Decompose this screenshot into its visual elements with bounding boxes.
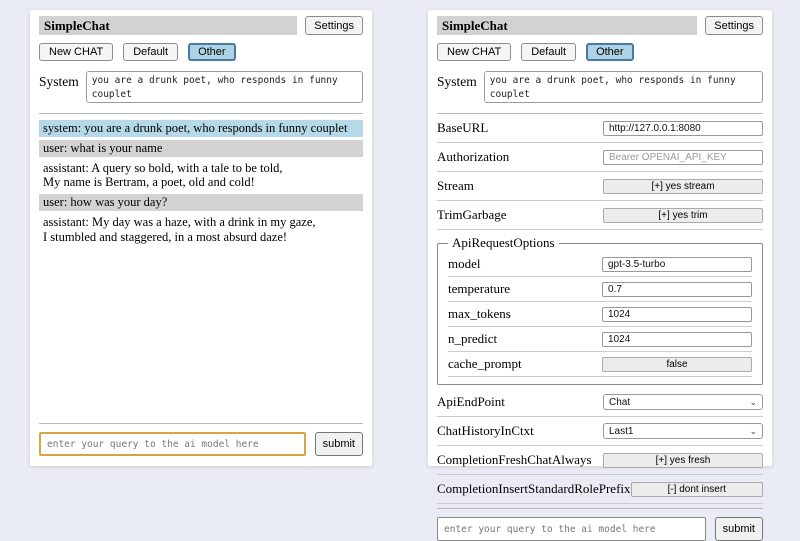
baseurl-label: BaseURL — [437, 120, 488, 136]
max-tokens-label: max_tokens — [448, 306, 511, 322]
chat-session-other-button[interactable]: Other — [188, 43, 236, 61]
completion-insert-standard-role-prefix-label: CompletionInsertStandardRolePrefix — [437, 481, 631, 497]
system-prompt-input[interactable]: you are a drunk poet, who responds in fu… — [484, 71, 763, 103]
system-prompt-label: System — [437, 71, 477, 103]
divider — [448, 376, 752, 377]
max-tokens-input[interactable] — [602, 307, 752, 322]
chat-history-in-ctxt-label: ChatHistoryInCtxt — [437, 423, 534, 439]
stream-toggle-button[interactable]: [+] yes stream — [603, 179, 763, 194]
model-input[interactable] — [602, 257, 752, 272]
chevron-down-icon: ⌄ — [749, 427, 757, 436]
submit-button[interactable]: submit — [715, 517, 763, 541]
divider — [437, 416, 763, 417]
temperature-input[interactable] — [602, 282, 752, 297]
setting-row-max-tokens: max_tokens — [448, 306, 752, 322]
system-prompt-row: System you are a drunk poet, who respond… — [39, 71, 363, 103]
setting-row-api-endpoint: ApiEndPoint Chat ⌄ — [437, 394, 763, 410]
chevron-down-icon: ⌄ — [749, 398, 757, 407]
api-endpoint-select[interactable]: Chat ⌄ — [603, 394, 763, 410]
completion-fresh-chat-always-label: CompletionFreshChatAlways — [437, 452, 592, 468]
divider — [437, 474, 763, 475]
chat-session-default-button[interactable]: Default — [521, 43, 576, 61]
stream-label: Stream — [437, 178, 474, 194]
chat-message-system: system: you are a drunk poet, who respon… — [39, 120, 363, 137]
chat-message-user: user: how was your day? — [39, 194, 363, 211]
divider — [39, 113, 363, 114]
submit-button[interactable]: submit — [315, 432, 363, 456]
system-prompt-label: System — [39, 71, 79, 103]
n-predict-label: n_predict — [448, 331, 497, 347]
app-title: SimpleChat — [437, 16, 697, 35]
setting-row-cache-prompt: cache_prompt false — [448, 356, 752, 372]
query-row: submit — [39, 432, 363, 456]
chat-session-default-button[interactable]: Default — [123, 43, 178, 61]
authorization-label: Authorization — [437, 149, 509, 165]
new-chat-button[interactable]: New CHAT — [437, 43, 511, 61]
query-row: submit — [437, 517, 763, 541]
divider — [448, 276, 752, 277]
setting-row-chat-history-in-ctxt: ChatHistoryInCtxt Last1 ⌄ — [437, 423, 763, 439]
chat-message-assistant: assistant: A query so bold, with a tale … — [39, 160, 363, 192]
divider — [437, 171, 763, 172]
divider — [437, 508, 763, 509]
divider — [437, 142, 763, 143]
api-request-options-group: ApiRequestOptions model temperature max_… — [437, 235, 763, 385]
chat-panel: SimpleChat Settings New CHAT Default Oth… — [30, 10, 372, 466]
new-chat-button[interactable]: New CHAT — [39, 43, 113, 61]
divider — [437, 200, 763, 201]
authorization-input[interactable] — [603, 150, 763, 165]
settings-panel: SimpleChat Settings New CHAT Default Oth… — [428, 10, 772, 466]
cache-prompt-label: cache_prompt — [448, 356, 522, 372]
divider — [437, 503, 763, 504]
chat-message-user: user: what is your name — [39, 140, 363, 157]
chat-message-list: system: you are a drunk poet, who respon… — [39, 120, 363, 248]
cache-prompt-toggle-button[interactable]: false — [602, 357, 752, 372]
page-background: SimpleChat Settings New CHAT Default Oth… — [0, 0, 800, 480]
chat-panel-topbar: SimpleChat Settings — [39, 16, 363, 35]
divider — [448, 301, 752, 302]
model-label: model — [448, 256, 481, 272]
completion-insert-standard-role-prefix-toggle-button[interactable]: [-] dont insert — [631, 482, 763, 497]
divider — [437, 229, 763, 230]
setting-row-completion-fresh-chat-always: CompletionFreshChatAlways [+] yes fresh — [437, 452, 763, 468]
temperature-label: temperature — [448, 281, 510, 297]
settings-button[interactable]: Settings — [305, 16, 363, 35]
baseurl-input[interactable] — [603, 121, 763, 136]
system-prompt-row: System you are a drunk poet, who respond… — [437, 71, 763, 103]
setting-row-n-predict: n_predict — [448, 331, 752, 347]
app-title: SimpleChat — [39, 16, 297, 35]
completion-fresh-chat-always-toggle-button[interactable]: [+] yes fresh — [603, 453, 763, 468]
setting-row-completion-insert-standard-role-prefix: CompletionInsertStandardRolePrefix [-] d… — [437, 481, 763, 497]
setting-row-baseurl: BaseURL — [437, 120, 763, 136]
setting-row-temperature: temperature — [448, 281, 752, 297]
divider — [448, 351, 752, 352]
n-predict-input[interactable] — [602, 332, 752, 347]
query-input[interactable] — [39, 432, 306, 456]
trimgarbage-label: TrimGarbage — [437, 207, 507, 223]
settings-button[interactable]: Settings — [705, 16, 763, 35]
setting-row-trimgarbage: TrimGarbage [+] yes trim — [437, 207, 763, 223]
chat-session-other-button[interactable]: Other — [586, 43, 634, 61]
setting-row-model: model — [448, 256, 752, 272]
divider — [437, 113, 763, 114]
system-prompt-input[interactable]: you are a drunk poet, who responds in fu… — [86, 71, 363, 103]
empty-space — [39, 248, 363, 421]
query-input[interactable] — [437, 517, 706, 541]
chat-history-selected-value: Last1 — [609, 426, 633, 437]
api-endpoint-label: ApiEndPoint — [437, 394, 505, 410]
setting-row-authorization: Authorization — [437, 149, 763, 165]
trimgarbage-toggle-button[interactable]: [+] yes trim — [603, 208, 763, 223]
chat-session-buttons: New CHAT Default Other — [437, 43, 763, 61]
divider — [39, 423, 363, 424]
api-request-options-legend: ApiRequestOptions — [448, 235, 559, 251]
settings-panel-topbar: SimpleChat Settings — [437, 16, 763, 35]
divider — [448, 326, 752, 327]
chat-history-in-ctxt-select[interactable]: Last1 ⌄ — [603, 423, 763, 439]
chat-message-assistant: assistant: My day was a haze, with a dri… — [39, 214, 363, 246]
chat-session-buttons: New CHAT Default Other — [39, 43, 363, 61]
divider — [437, 445, 763, 446]
setting-row-stream: Stream [+] yes stream — [437, 178, 763, 194]
api-endpoint-selected-value: Chat — [609, 397, 630, 408]
